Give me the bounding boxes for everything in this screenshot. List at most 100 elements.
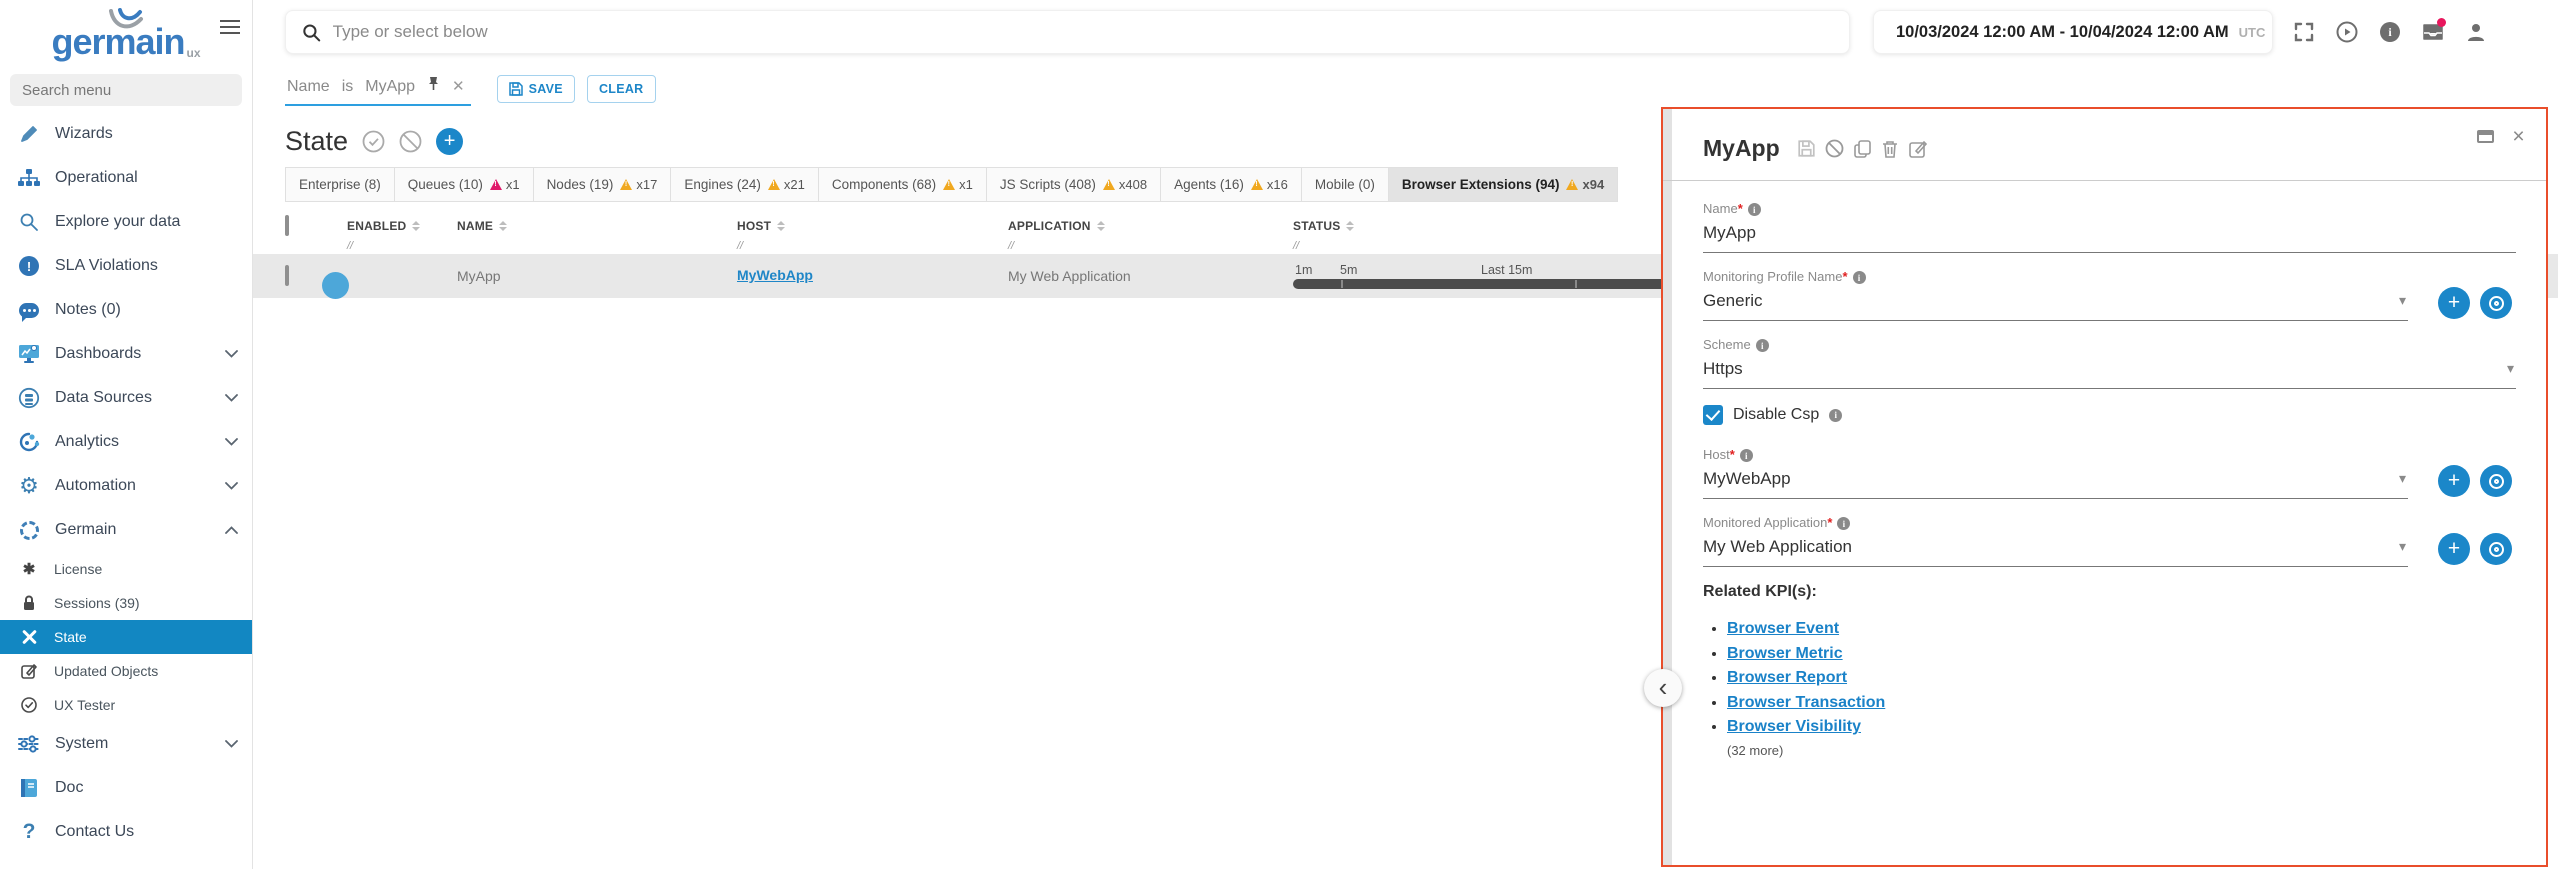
delete-icon[interactable] bbox=[1881, 139, 1900, 158]
sidebar-item-ux-tester[interactable]: UX Tester bbox=[0, 688, 252, 722]
sidebar-item-explore[interactable]: Explore your data bbox=[0, 200, 252, 244]
global-search-input[interactable] bbox=[333, 22, 1833, 42]
view-application-button[interactable] bbox=[2480, 533, 2512, 565]
user-icon[interactable] bbox=[2465, 21, 2487, 43]
kpi-link[interactable]: Browser Metric bbox=[1727, 645, 1843, 662]
info-icon[interactable] bbox=[2379, 21, 2401, 43]
scheme-select[interactable]: Https bbox=[1703, 352, 2516, 389]
kpi-link[interactable]: Browser Event bbox=[1727, 620, 1839, 637]
copy-icon[interactable] bbox=[1853, 139, 1872, 158]
fullscreen-icon[interactable] bbox=[2293, 21, 2315, 43]
sidebar-item-contact-us[interactable]: Contact Us bbox=[0, 810, 252, 854]
add-profile-button[interactable] bbox=[2438, 287, 2470, 319]
kpi-link[interactable]: Browser Report bbox=[1727, 669, 1847, 686]
kpi-link[interactable]: Browser Visibility bbox=[1727, 718, 1861, 735]
tab-nodes[interactable]: Nodes (19) x17 bbox=[534, 168, 672, 201]
tab-enterprise[interactable]: Enterprise (8) bbox=[286, 168, 395, 201]
monitor-icon bbox=[16, 344, 42, 364]
sort-icon[interactable] bbox=[1097, 221, 1105, 231]
column-filter-handle[interactable]: // bbox=[347, 240, 353, 252]
sidebar-item-dashboards[interactable]: Dashboards bbox=[0, 332, 252, 376]
add-button[interactable] bbox=[436, 128, 463, 155]
hamburger-menu-icon[interactable] bbox=[220, 16, 240, 38]
tab-components[interactable]: Components (68) x1 bbox=[819, 168, 987, 201]
info-icon[interactable] bbox=[1740, 449, 1753, 462]
sidebar-item-sla-violations[interactable]: ! SLA Violations bbox=[0, 244, 252, 288]
sidebar-item-analytics[interactable]: Analytics bbox=[0, 420, 252, 464]
sidebar-item-germain[interactable]: Germain bbox=[0, 508, 252, 552]
sidebar-item-doc[interactable]: Doc bbox=[0, 766, 252, 810]
close-icon[interactable] bbox=[2509, 127, 2528, 146]
sidebar-item-data-sources[interactable]: Data Sources bbox=[0, 376, 252, 420]
save-filter-button[interactable]: SAVE bbox=[497, 75, 575, 103]
filter-remove-icon[interactable]: ✕ bbox=[452, 77, 465, 95]
tab-queues[interactable]: Queues (10) x1 bbox=[395, 168, 534, 201]
popout-window-icon[interactable] bbox=[2476, 127, 2495, 146]
sidebar-item-sessions[interactable]: Sessions (39) bbox=[0, 586, 252, 620]
tab-js-scripts[interactable]: JS Scripts (408) x408 bbox=[987, 168, 1161, 201]
info-icon[interactable] bbox=[1829, 409, 1842, 422]
info-icon[interactable] bbox=[1853, 271, 1866, 284]
edit-icon bbox=[18, 663, 40, 679]
date-range-picker[interactable]: 10/03/2024 12:00 AM - 10/04/2024 12:00 A… bbox=[1873, 10, 2273, 54]
monitoring-profile-select[interactable]: Generic bbox=[1703, 284, 2408, 321]
inbox-icon[interactable] bbox=[2422, 21, 2444, 43]
sidebar-item-operational[interactable]: Operational bbox=[0, 156, 252, 200]
column-filter-handle[interactable]: // bbox=[1008, 240, 1014, 252]
warning-triangle-icon bbox=[1103, 179, 1115, 190]
tab-mobile[interactable]: Mobile (0) bbox=[1302, 168, 1389, 201]
row-host-link[interactable]: MyWebApp bbox=[737, 267, 813, 283]
view-host-button[interactable] bbox=[2480, 465, 2512, 497]
global-search[interactable] bbox=[285, 10, 1850, 54]
panel-collapse-button[interactable] bbox=[1644, 669, 1682, 707]
topbar: 10/03/2024 12:00 AM - 10/04/2024 12:00 A… bbox=[253, 0, 2558, 66]
column-header-enabled[interactable]: ENABLED bbox=[347, 219, 457, 233]
monitored-application-select[interactable]: My Web Application bbox=[1703, 530, 2408, 567]
add-host-button[interactable] bbox=[2438, 465, 2470, 497]
sidebar-item-license[interactable]: License bbox=[0, 552, 252, 586]
info-icon[interactable] bbox=[1837, 517, 1850, 530]
edit-icon[interactable] bbox=[1909, 139, 1928, 158]
filter-chip[interactable]: Name is MyApp ✕ bbox=[285, 72, 471, 106]
dropdown-caret-icon bbox=[2399, 538, 2406, 556]
tab-agents[interactable]: Agents (16) x16 bbox=[1161, 168, 1302, 201]
sidebar-item-automation[interactable]: Automation bbox=[0, 464, 252, 508]
panel-scrollbar[interactable] bbox=[1663, 109, 1672, 865]
sidebar-item-system[interactable]: System bbox=[0, 722, 252, 766]
status-mini-chart[interactable]: 1m 5m Last 15m bbox=[1293, 263, 1661, 289]
sidebar-item-state[interactable]: State bbox=[0, 620, 252, 654]
enable-all-icon[interactable] bbox=[362, 130, 385, 153]
sidebar-item-updated-objects[interactable]: Updated Objects bbox=[0, 654, 252, 688]
pin-icon[interactable] bbox=[427, 76, 440, 91]
sidebar-item-wizards[interactable]: Wizards bbox=[0, 112, 252, 156]
sort-icon[interactable] bbox=[499, 221, 507, 231]
column-filter-handle[interactable]: // bbox=[1293, 240, 1299, 252]
row-checkbox[interactable] bbox=[285, 265, 289, 286]
sidebar-search-input[interactable] bbox=[22, 82, 230, 99]
play-circle-icon[interactable] bbox=[2336, 21, 2358, 43]
add-application-button[interactable] bbox=[2438, 533, 2470, 565]
kpi-link[interactable]: Browser Transaction bbox=[1727, 694, 1885, 711]
tab-engines[interactable]: Engines (24) x21 bbox=[671, 168, 819, 201]
sidebar-search[interactable] bbox=[10, 74, 242, 106]
tab-browser-extensions[interactable]: Browser Extensions (94) x94 bbox=[1389, 168, 1617, 201]
clear-filter-button[interactable]: CLEAR bbox=[587, 75, 656, 103]
name-input[interactable]: MyApp bbox=[1703, 216, 2516, 253]
host-select[interactable]: MyWebApp bbox=[1703, 462, 2408, 499]
sidebar-item-notes[interactable]: Notes (0) bbox=[0, 288, 252, 332]
sort-icon[interactable] bbox=[1346, 221, 1354, 231]
disable-csp-checkbox[interactable] bbox=[1703, 405, 1723, 425]
save-icon[interactable] bbox=[1797, 139, 1816, 158]
info-icon[interactable] bbox=[1756, 339, 1769, 352]
column-header-name[interactable]: NAME bbox=[457, 219, 737, 233]
column-header-host[interactable]: HOST bbox=[737, 219, 1008, 233]
view-profile-button[interactable] bbox=[2480, 287, 2512, 319]
column-filter-handle[interactable]: // bbox=[737, 240, 743, 252]
column-header-application[interactable]: APPLICATION bbox=[1008, 219, 1293, 233]
disable-icon[interactable] bbox=[1825, 139, 1844, 158]
select-all-checkbox[interactable] bbox=[285, 215, 289, 236]
sort-icon[interactable] bbox=[412, 221, 420, 231]
disable-all-icon[interactable] bbox=[399, 130, 422, 153]
info-icon[interactable] bbox=[1748, 203, 1761, 216]
sort-icon[interactable] bbox=[777, 221, 785, 231]
